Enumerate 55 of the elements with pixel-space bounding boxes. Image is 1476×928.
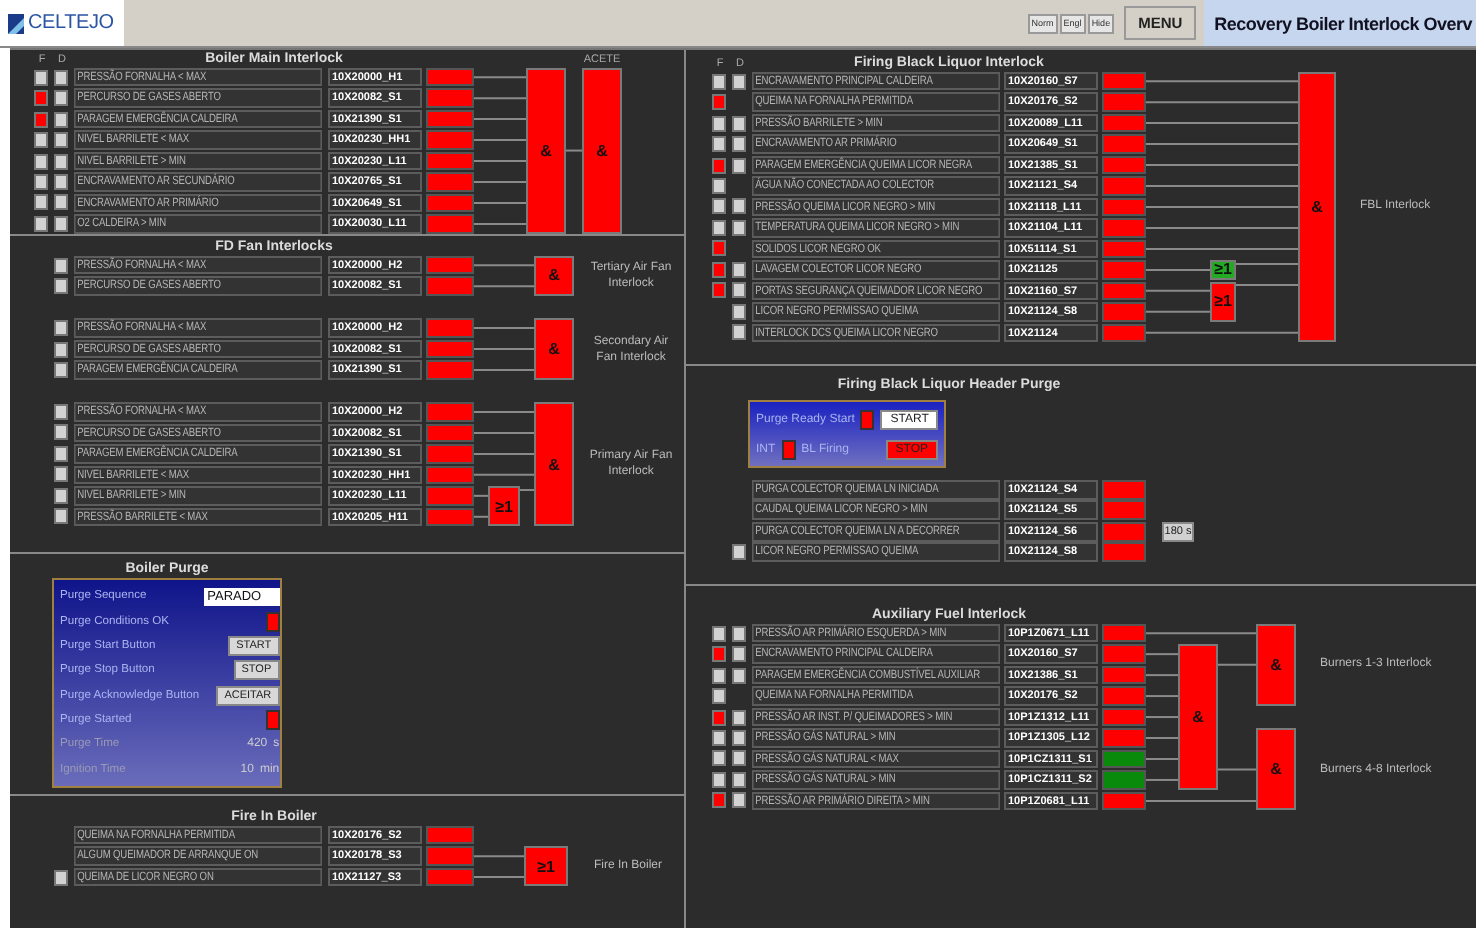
connector-line xyxy=(473,264,535,267)
connector-line xyxy=(473,855,525,858)
logic-gate: ≥1 xyxy=(1210,281,1236,322)
connector-line xyxy=(473,515,489,518)
connector-line xyxy=(473,327,535,330)
logic-gate: ≥1 xyxy=(524,846,568,887)
logic-gate: & xyxy=(534,318,574,380)
logic-gate: & xyxy=(534,255,574,296)
logic-gate: & xyxy=(1256,623,1296,706)
connector-line xyxy=(473,160,527,163)
logic-gate: ≥1 xyxy=(1210,260,1236,280)
connector-line xyxy=(473,494,489,497)
connector-line xyxy=(1145,695,1179,698)
connector-line xyxy=(1217,768,1257,771)
connector-line xyxy=(1235,263,1299,266)
logic-gate: & xyxy=(1178,644,1218,790)
connector-line xyxy=(473,452,535,455)
connector-line xyxy=(473,431,535,434)
connector-line xyxy=(1145,653,1179,656)
logic-gate: & xyxy=(526,67,566,234)
logic-gate: & xyxy=(1298,71,1336,343)
connector-line xyxy=(1145,758,1179,760)
connector-line xyxy=(473,473,535,476)
logo-text: CELTEJO xyxy=(28,12,114,34)
connector-line xyxy=(1145,799,1257,802)
connector-line xyxy=(473,97,527,100)
connector-line xyxy=(1145,268,1211,271)
logic-gate: & xyxy=(1256,728,1296,811)
connector-line xyxy=(473,285,535,288)
connector-line xyxy=(565,149,583,152)
logic-gate: ≥1 xyxy=(488,486,520,527)
connector-line xyxy=(473,139,527,142)
logic-gate: & xyxy=(582,67,622,234)
connector-line xyxy=(473,222,527,225)
connector-line xyxy=(473,369,535,371)
connector-line xyxy=(473,118,527,121)
connector-line xyxy=(1145,778,1179,781)
window-title: Recovery Boiler Interlock Overv xyxy=(1204,0,1476,46)
connector-line xyxy=(519,489,535,492)
connector-line xyxy=(473,876,525,879)
connector-line xyxy=(1145,289,1211,292)
connector-line xyxy=(1145,310,1211,313)
connector-line xyxy=(473,348,535,351)
connector-line xyxy=(1145,632,1257,635)
connector-line xyxy=(1145,737,1179,739)
connector-line xyxy=(1235,284,1299,287)
connector-line xyxy=(473,410,535,413)
connector-line xyxy=(1145,716,1179,719)
connector-line xyxy=(473,181,527,183)
logic-gate: & xyxy=(534,402,574,527)
logo-icon xyxy=(8,13,24,33)
connector-line xyxy=(1217,663,1257,666)
connector-line xyxy=(473,76,527,79)
connector-line xyxy=(1145,674,1179,677)
connector-line xyxy=(473,202,527,204)
